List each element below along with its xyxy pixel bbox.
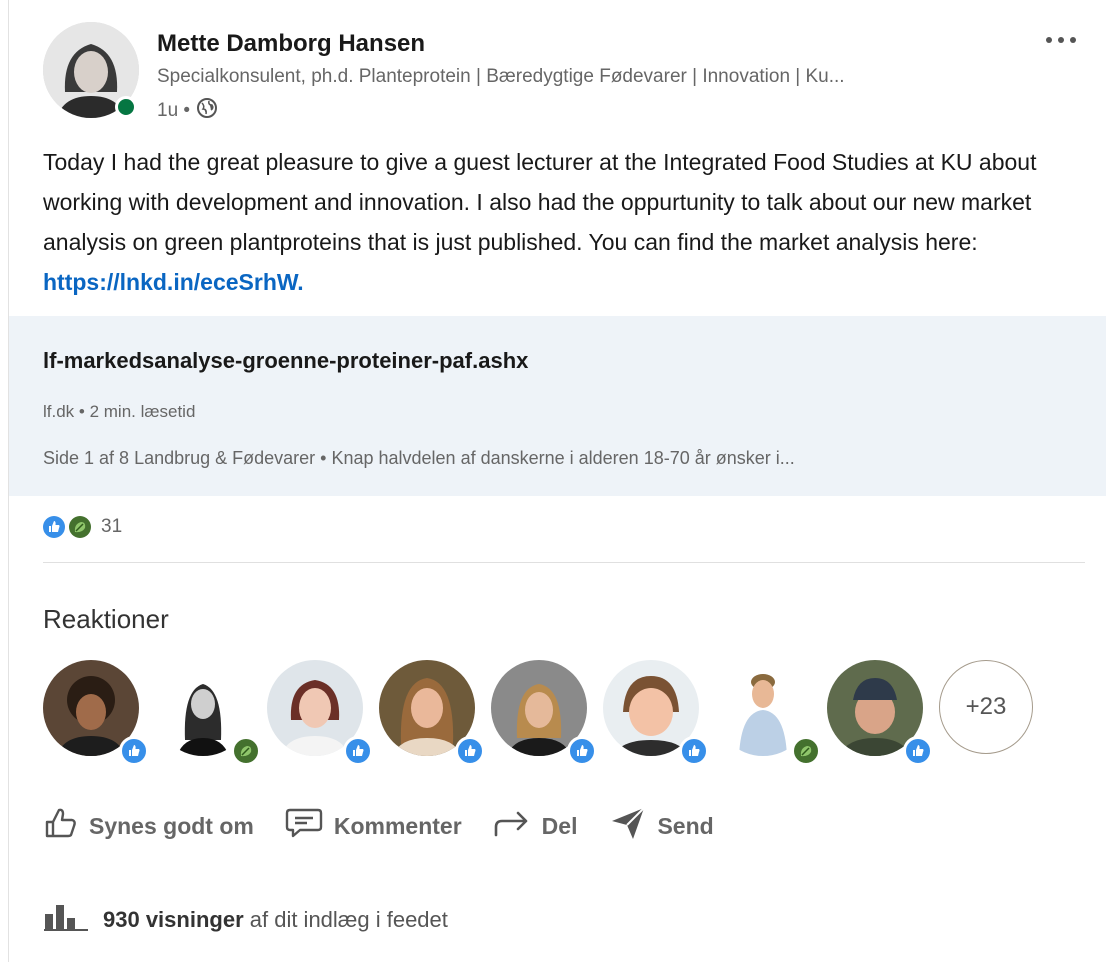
- like-badge-icon: [903, 736, 933, 766]
- reaction-count: 31: [101, 516, 123, 537]
- like-button[interactable]: Synes godt om: [43, 802, 254, 850]
- support-badge-icon: [231, 736, 261, 766]
- reactor-avatar[interactable]: [491, 660, 597, 766]
- like-badge-icon: [679, 736, 709, 766]
- post-link[interactable]: https://lnkd.in/eceSrhW.: [43, 269, 304, 295]
- like-badge-icon: [567, 736, 597, 766]
- link-preview-card[interactable]: lf-markedsanalyse-groenne-proteiner-paf.…: [9, 316, 1106, 496]
- reactor-avatar[interactable]: [379, 660, 485, 766]
- dot-icon: [1046, 37, 1052, 43]
- reactor-avatar[interactable]: [267, 660, 373, 766]
- online-status-indicator: [115, 96, 137, 118]
- reaction-summary[interactable]: 31: [43, 516, 122, 538]
- support-icon: [69, 516, 91, 538]
- more-options-button[interactable]: [1037, 26, 1085, 54]
- reactor-avatar[interactable]: [715, 660, 821, 766]
- send-icon: [609, 805, 647, 847]
- post-time: 1u •: [157, 100, 191, 121]
- divider: [43, 562, 1085, 563]
- like-label: Synes godt om: [89, 812, 254, 839]
- post-text: Today I had the great pleasure to give a…: [43, 149, 1037, 255]
- post-body: Today I had the great pleasure to give a…: [43, 142, 1053, 302]
- share-arrow-icon: [492, 805, 532, 847]
- link-preview-source: lf.dk • 2 min. læsetid: [43, 402, 196, 421]
- thumbs-up-icon: [43, 805, 79, 847]
- more-reactors-button[interactable]: +23: [939, 660, 1033, 754]
- like-badge-icon: [343, 736, 373, 766]
- comment-icon: [284, 805, 324, 847]
- send-label: Send: [657, 812, 714, 839]
- share-button[interactable]: Del: [492, 802, 578, 850]
- dot-icon: [1058, 37, 1064, 43]
- share-label: Del: [541, 812, 578, 839]
- globe-icon: [196, 97, 218, 125]
- views-count: 930 visninger: [103, 907, 244, 932]
- reactions-heading: Reaktioner: [43, 604, 169, 634]
- reactor-avatar[interactable]: [827, 660, 933, 766]
- views-text: 930 visninger af dit indlæg i feedet: [103, 907, 448, 933]
- feed-post-card: Mette Damborg Hansen Specialkonsulent, p…: [8, 0, 1106, 962]
- like-badge-icon: [455, 736, 485, 766]
- author-name[interactable]: Mette Damborg Hansen: [157, 30, 425, 58]
- reactor-avatar[interactable]: [43, 660, 149, 766]
- link-preview-snippet: Side 1 af 8 Landbrug & Fødevarer • Knap …: [43, 448, 795, 468]
- post-meta: 1u •: [157, 97, 218, 125]
- reactor-list: +23: [43, 660, 1033, 766]
- reactor-avatar[interactable]: [155, 660, 261, 766]
- comment-label: Kommenter: [333, 812, 462, 839]
- post-views-link[interactable]: 930 visninger af dit indlæg i feedet: [43, 902, 448, 938]
- like-badge-icon: [119, 736, 149, 766]
- dot-icon: [1070, 37, 1076, 43]
- author-headline: Specialkonsulent, ph.d. Planteprotein | …: [157, 66, 845, 87]
- send-button[interactable]: Send: [609, 802, 714, 850]
- like-icon: [43, 516, 65, 538]
- support-badge-icon: [791, 736, 821, 766]
- bar-chart-icon: [43, 902, 89, 938]
- reactor-avatar[interactable]: [603, 660, 709, 766]
- comment-button[interactable]: Kommenter: [284, 802, 462, 850]
- link-preview-title: lf-markedsanalyse-groenne-proteiner-paf.…: [43, 348, 529, 373]
- views-suffix: af dit indlæg i feedet: [243, 907, 448, 932]
- post-action-bar: Synes godt om Kommenter Del Send: [43, 802, 744, 850]
